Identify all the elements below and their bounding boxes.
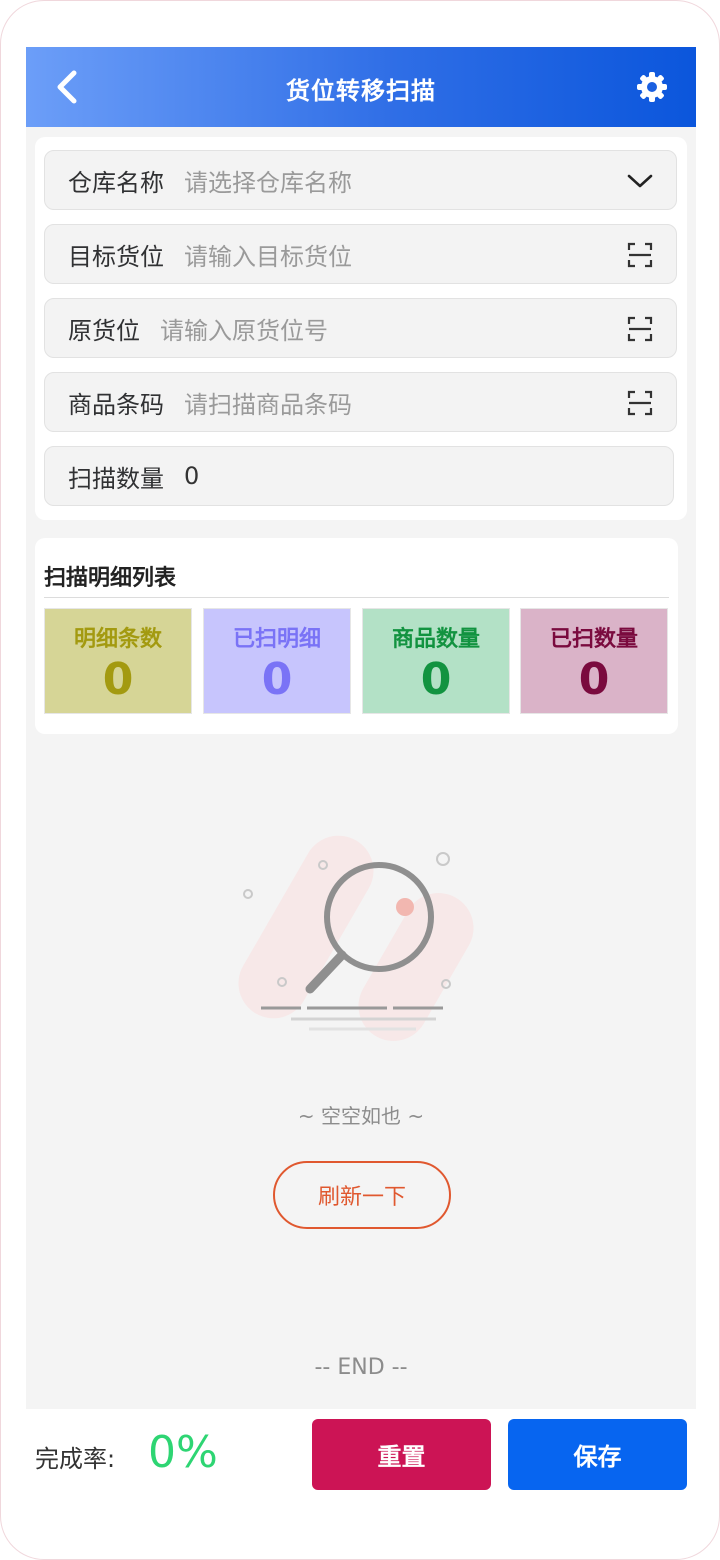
save-button[interactable]: 保存 (508, 1419, 687, 1490)
stat-value: 0 (578, 654, 610, 705)
stat-value: 0 (420, 654, 452, 705)
field-label: 扫描数量 (68, 464, 164, 493)
field-label: 目标货位 (68, 242, 164, 271)
scan-icon[interactable] (626, 389, 654, 417)
target-location-field[interactable]: 目标货位 请输入目标货位 (44, 224, 677, 284)
stat-value: 0 (102, 654, 134, 705)
warehouse-select[interactable]: 仓库名称 请选择仓库名称 (44, 150, 677, 210)
completion-rate-value: 0% (148, 1427, 218, 1478)
gear-icon (637, 72, 667, 102)
field-placeholder: 请选择仓库名称 (184, 168, 352, 197)
refresh-button[interactable]: 刷新一下 (273, 1161, 451, 1229)
settings-button[interactable] (634, 69, 670, 105)
empty-state-illustration (238, 835, 474, 1041)
scan-icon[interactable] (626, 315, 654, 343)
reset-button[interactable]: 重置 (312, 1419, 491, 1490)
divider (44, 597, 669, 598)
chevron-down-icon (627, 174, 653, 188)
completion-rate-label: 完成率: (35, 1445, 116, 1473)
stat-label: 明细条数 (73, 627, 162, 652)
empty-state-text: ~ 空空如也 ~ (297, 1104, 425, 1128)
stat-scanned-details: 已扫明细 0 (203, 608, 351, 714)
source-location-field[interactable]: 原货位 请输入原货位号 (44, 298, 677, 358)
field-label: 商品条码 (68, 390, 164, 419)
app-screen: 货位转移扫描 仓库名称 请选择仓库名称 目标货位 请输入目标货位 原货位 请输入… (26, 47, 696, 1501)
stat-detail-count: 明细条数 0 (44, 608, 192, 714)
scan-quantity-field[interactable]: 扫描数量 0 (44, 446, 674, 506)
detail-card: 扫描明细列表 明细条数 0 已扫明细 0 商品数量 0 已扫数量 0 (35, 538, 678, 734)
bottom-bar: 完成率: 0% 重置 保存 (26, 1409, 696, 1501)
phone-frame: 货位转移扫描 仓库名称 请选择仓库名称 目标货位 请输入目标货位 原货位 请输入… (0, 0, 720, 1560)
field-label: 仓库名称 (68, 168, 164, 197)
field-label: 原货位 (68, 316, 140, 345)
field-placeholder: 请输入目标货位 (184, 242, 352, 271)
stat-label: 已扫明细 (232, 627, 321, 652)
stat-scanned-quantity: 已扫数量 0 (520, 608, 668, 714)
stat-goods-quantity: 商品数量 0 (362, 608, 510, 714)
magnifier-icon (238, 835, 474, 1041)
scan-quantity-value: 0 (184, 462, 200, 490)
list-end-text: -- END -- (314, 1355, 408, 1380)
app-header: 货位转移扫描 (26, 47, 696, 127)
stat-value: 0 (261, 654, 293, 705)
page-title: 货位转移扫描 (286, 77, 436, 105)
field-placeholder: 请扫描商品条码 (184, 390, 352, 419)
stat-label: 已扫数量 (549, 627, 638, 652)
barcode-field[interactable]: 商品条码 请扫描商品条码 (44, 372, 677, 432)
field-placeholder: 请输入原货位号 (160, 316, 328, 345)
scan-icon[interactable] (626, 241, 654, 269)
stat-label: 商品数量 (391, 627, 480, 652)
detail-title: 扫描明细列表 (44, 566, 177, 591)
form-card: 仓库名称 请选择仓库名称 目标货位 请输入目标货位 原货位 请输入原货位号 商品… (35, 137, 687, 520)
